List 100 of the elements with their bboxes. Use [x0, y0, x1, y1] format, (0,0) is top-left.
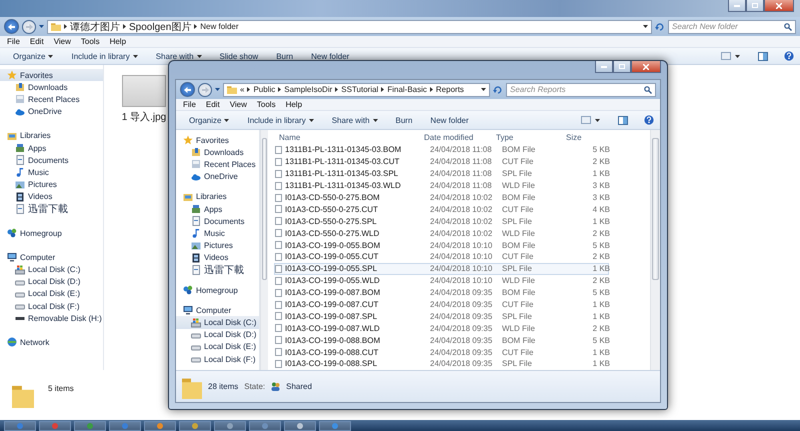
file-row[interactable]: I01A3-CO-199-0-088.BOM 24/04/2018 09:35 BOM File 5 KB [274, 334, 609, 346]
file-row[interactable]: I01A3-CO-199-0-088.CUT 24/04/2018 09:35 CUT File 1 KB [274, 346, 609, 358]
image-thumbnail[interactable] [122, 75, 166, 107]
nav-item[interactable]: Music [176, 227, 259, 240]
nav-item[interactable]: Removable Disk (H:) [0, 312, 103, 324]
menu-item[interactable]: Tools [252, 100, 281, 109]
file-row[interactable]: I01A3-CD-550-0-275.BOM 24/04/2018 10:02 BOM File 3 KB [274, 192, 609, 204]
file-row[interactable]: I01A3-CO-199-0-087.WLD 24/04/2018 09:35 WLD File 2 KB [274, 322, 609, 334]
nav-item[interactable]: OneDrive [0, 106, 103, 118]
file-row[interactable]: I01A3-CO-199-0-055.BOM 24/04/2018 10:10 BOM File 5 KB [274, 239, 609, 252]
search-field[interactable]: Search New folder [668, 20, 796, 34]
nav-item[interactable]: Homegroup [0, 227, 103, 240]
back-button[interactable] [180, 82, 195, 97]
nav-item[interactable]: Computer [0, 251, 103, 264]
back-button[interactable] [4, 19, 19, 34]
forward-button[interactable] [22, 20, 36, 34]
nav-item[interactable]: Network [0, 336, 103, 349]
taskbar-button[interactable] [319, 420, 351, 430]
nav-item[interactable]: Pictures [0, 178, 103, 191]
toolbar-button[interactable]: Organize [182, 116, 236, 124]
minimize-button[interactable] [595, 61, 613, 73]
taskbar-button[interactable] [249, 420, 281, 430]
nav-item[interactable]: Local Disk (C:) [0, 263, 103, 276]
address-bar[interactable]: 谭德才图片 Spoolgen图片 New folder [47, 20, 652, 34]
nav-item[interactable]: Documents [0, 154, 103, 166]
nav-item[interactable]: Apps [0, 142, 103, 154]
nav-item[interactable]: Libraries [176, 190, 259, 203]
search-input[interactable]: Search New folder [672, 22, 784, 31]
scrollbar-thumb[interactable] [652, 138, 660, 280]
file-row[interactable]: I01A3-CD-550-0-275.WLD 24/04/2018 10:02 WLD File 2 KB [274, 227, 609, 240]
nav-item[interactable]: OneDrive [176, 170, 259, 183]
breadcrumb[interactable]: New folder [200, 22, 239, 31]
taskbar-button[interactable] [144, 420, 176, 430]
toolbar-button[interactable]: Burn [388, 116, 420, 124]
breadcrumb[interactable]: SampleIsoDir [284, 85, 332, 94]
forward-button[interactable] [198, 82, 212, 96]
nav-item[interactable]: Recent Places [176, 158, 259, 171]
file-row[interactable]: I01A3-CD-550-0-275.SPL 24/04/2018 10:02 SPL File 1 KB [274, 215, 609, 228]
nav-item[interactable]: Videos [0, 190, 103, 203]
file-row[interactable]: I01A3-CO-199-0-087.SPL 24/04/2018 09:35 SPL File 1 KB [274, 310, 609, 322]
nav-item[interactable]: 迅雷下載 [0, 202, 103, 216]
nav-item[interactable]: Favorites [0, 69, 103, 82]
menu-item[interactable]: File [178, 100, 201, 109]
scrollbar-thumb[interactable] [262, 138, 268, 280]
maximize-button[interactable] [746, 0, 764, 12]
file-row[interactable]: 1311B1-PL-1311-01345-03.BOM 24/04/2018 11:08 BOM File 5 KB [274, 144, 609, 156]
nav-item[interactable]: Downloads [0, 81, 103, 94]
nav-item[interactable]: Computer [176, 304, 259, 316]
file-row[interactable]: I01A3-CO-199-0-055.SPL 24/04/2018 10:10 SPL File 1 KB [274, 262, 609, 275]
file-row[interactable]: I01A3-CO-199-0-055.CUT 24/04/2018 10:10 CUT File 2 KB [274, 251, 609, 263]
taskbar-button[interactable] [179, 420, 211, 430]
toolbar-button[interactable]: Share with [148, 52, 209, 60]
menu-item[interactable]: Help [280, 100, 308, 109]
nav-item[interactable]: Music [0, 166, 103, 178]
toolbar-button[interactable]: New folder [423, 116, 476, 124]
menu-item[interactable]: Help [104, 37, 132, 46]
nav-item[interactable]: Homegroup [176, 284, 259, 296]
file-row[interactable]: I01A3-CO-199-0-087.CUT 24/04/2018 09:35 CUT File 1 KB [274, 298, 609, 310]
menu-item[interactable]: Edit [200, 100, 225, 109]
nav-item[interactable]: Favorites [176, 134, 259, 146]
address-bar[interactable]: « Public SampleIsoDir SSTutorial Final-Basic Reports [223, 82, 490, 96]
nav-item[interactable]: Videos [176, 252, 259, 264]
toolbar-button[interactable]: Slide show [212, 52, 266, 60]
nav-item[interactable]: Local Disk (D:) [0, 276, 103, 288]
close-button[interactable] [631, 61, 661, 73]
nav-item[interactable]: Pictures [176, 240, 259, 252]
breadcrumb[interactable]: Final-Basic [387, 85, 427, 94]
column-header[interactable]: Date modified [421, 132, 493, 142]
toolbar-button[interactable]: Burn [269, 52, 300, 60]
file-row[interactable]: 1311B1-PL-1311-01345-03.WLD 24/04/2018 11:08 WLD File 3 KB [274, 180, 609, 192]
menu-item[interactable]: File [2, 37, 25, 46]
toolbar-button[interactable]: New folder [304, 52, 356, 60]
file-row[interactable]: 1311B1-PL-1311-01345-03.SPL 24/04/2018 11:08 SPL File 1 KB [274, 168, 609, 180]
file-row[interactable]: I01A3-CO-199-0-088.SPL 24/04/2018 09:35 SPL File 1 KB [274, 358, 609, 370]
file-row[interactable]: I01A3-CO-199-0-055.WLD 24/04/2018 10:10 WLD File 2 KB [274, 274, 609, 287]
file-row[interactable]: I01A3-CD-550-0-275.CUT 24/04/2018 10:02 CUT File 4 KB [274, 203, 609, 216]
menu-item[interactable]: View [224, 100, 252, 109]
search-field[interactable]: Search Reports [506, 82, 656, 96]
toolbar-button[interactable]: Include in library [64, 52, 145, 60]
close-button[interactable] [764, 0, 794, 12]
menu-item[interactable]: Edit [24, 37, 49, 46]
nav-item[interactable]: Documents [176, 215, 259, 228]
toolbar-button[interactable]: Organize [6, 52, 60, 60]
taskbar-button[interactable] [214, 420, 246, 430]
taskbar-button[interactable] [74, 420, 106, 430]
file-row[interactable]: 1311B1-PL-1311-01345-03.CUT 24/04/2018 11:08 CUT File 2 KB [274, 156, 609, 168]
taskbar-button[interactable] [284, 420, 316, 430]
nav-item[interactable]: Local Disk (C:) [176, 316, 259, 329]
minimize-button[interactable] [728, 0, 746, 12]
breadcrumb[interactable]: Public [253, 85, 276, 94]
taskbar-button[interactable] [4, 420, 36, 430]
breadcrumb[interactable]: Reports [436, 85, 464, 94]
maximize-button[interactable] [613, 61, 631, 73]
nav-item[interactable]: Local Disk (F:) [0, 300, 103, 312]
breadcrumb[interactable]: SSTutorial [341, 85, 378, 94]
nav-item[interactable]: Local Disk (E:) [0, 288, 103, 300]
menu-item[interactable]: Tools [76, 37, 105, 46]
nav-item[interactable]: 迅雷下載 [176, 264, 259, 276]
column-header[interactable]: Name [276, 132, 421, 142]
column-header[interactable]: Size [563, 132, 601, 142]
